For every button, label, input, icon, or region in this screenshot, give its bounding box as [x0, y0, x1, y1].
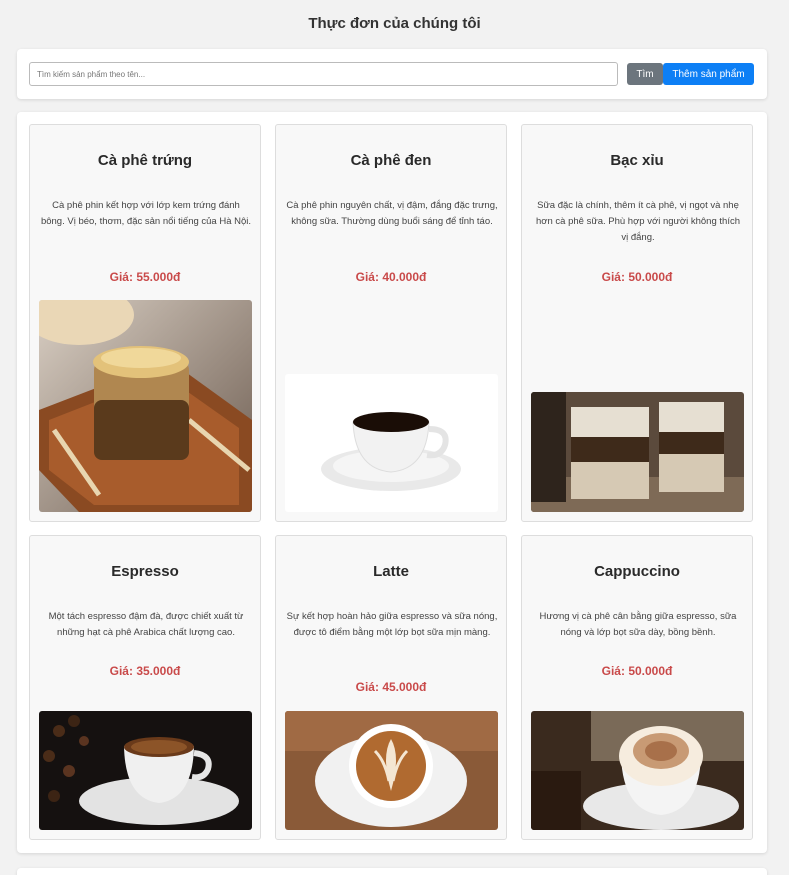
- product-description: Một tách espresso đậm đà, được chiết xuấ…: [48, 611, 244, 638]
- product-description: Cà phê phin kết hợp với lớp kem trứng đá…: [40, 200, 252, 227]
- product-card[interactable]: Bạc xỉu Sữa đặc là chính, thêm ít cà phê…: [521, 124, 753, 522]
- product-name: Cà phê đen: [350, 152, 432, 169]
- product-description: Hương vị cà phê cân bằng giữa espresso, …: [539, 611, 737, 638]
- search-button[interactable]: Tìm: [627, 63, 663, 85]
- add-product-button[interactable]: Thêm sản phẩm: [663, 63, 754, 85]
- product-grid: Cà phê trứng Cà phê phin kết hợp với lớp…: [17, 112, 767, 853]
- product-description: Sự kết hợp hoàn hảo giữa espresso và sữa…: [286, 611, 498, 638]
- product-price: Giá: 55.000đ: [109, 270, 181, 284]
- bac-xiu-image: [531, 392, 744, 512]
- product-card[interactable]: Latte Sự kết hợp hoàn hảo giữa espresso …: [275, 535, 507, 840]
- product-price: Giá: 40.000đ: [355, 270, 427, 284]
- footer-panel: [17, 868, 767, 875]
- cappuccino-image: [531, 711, 744, 830]
- search-input[interactable]: [29, 62, 618, 86]
- product-name: Cappuccino: [594, 563, 680, 580]
- product-name: Bạc xỉu: [610, 152, 664, 169]
- product-description: Sữa đặc là chính, thêm ít cà phê, vị ngọ…: [535, 200, 740, 243]
- latte-image: [285, 711, 498, 830]
- product-price: Giá: 45.000đ: [355, 680, 427, 694]
- product-card[interactable]: Cappuccino Hương vị cà phê cân bằng giữa…: [521, 535, 753, 840]
- black-coffee-image: [285, 374, 498, 512]
- product-price: Giá: 35.000đ: [109, 664, 181, 678]
- product-price: Giá: 50.000đ: [601, 664, 673, 678]
- product-card[interactable]: Cà phê trứng Cà phê phin kết hợp với lớp…: [29, 124, 261, 522]
- product-name: Latte: [373, 563, 409, 580]
- product-name: Cà phê trứng: [97, 152, 193, 169]
- page-title: Thực đơn của chúng tôi: [308, 15, 481, 32]
- espresso-image: [39, 711, 252, 830]
- product-price: Giá: 50.000đ: [601, 270, 673, 284]
- search-panel: Tìm Thêm sản phẩm: [17, 49, 767, 99]
- product-card[interactable]: Espresso Một tách espresso đậm đà, được …: [29, 535, 261, 840]
- product-description: Cà phê phin nguyên chất, vị đậm, đắng đặ…: [286, 200, 498, 227]
- product-card[interactable]: Cà phê đen Cà phê phin nguyên chất, vị đ…: [275, 124, 507, 522]
- product-name: Espresso: [111, 563, 179, 580]
- egg-coffee-image: [39, 300, 252, 512]
